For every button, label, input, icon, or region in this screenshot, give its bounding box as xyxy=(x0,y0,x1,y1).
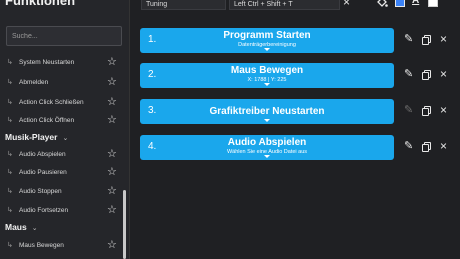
category-label: Musik-Player xyxy=(5,132,58,142)
category-label: Maus xyxy=(5,222,27,232)
edit-icon[interactable]: ✎ xyxy=(404,141,413,152)
action-title: Programm Starten xyxy=(223,30,311,41)
expand-caret-icon[interactable] xyxy=(264,155,270,158)
list-item-system-neustarten[interactable]: ↳ System Neustarten ☆ xyxy=(0,52,124,72)
sidebar: Funktionen ↳ System Neustarten ☆ ↳ Abmel… xyxy=(0,0,130,259)
action-title: Grafiktreiber Neustarten xyxy=(209,106,325,117)
list-item-action-click-oeffnen[interactable]: ↳ Action Click Öffnen ☆ xyxy=(0,110,124,130)
favorite-star-icon[interactable]: ☆ xyxy=(107,76,117,88)
favorite-star-icon[interactable]: ☆ xyxy=(107,239,117,251)
fill-color-swatch[interactable] xyxy=(395,0,405,7)
edit-icon[interactable]: ✎ xyxy=(404,34,413,45)
list-item-audio-fortsetzen[interactable]: ↳ Audio Fortsetzen ☆ xyxy=(0,200,124,220)
action-card-4[interactable]: 4. Audio Abspielen Wählen Sie eine Audio… xyxy=(140,135,394,160)
search-input[interactable] xyxy=(6,26,122,46)
list-item-audio-stoppen[interactable]: ↳ Audio Stoppen ☆ xyxy=(0,181,124,201)
favorite-star-icon[interactable]: ☆ xyxy=(107,114,117,126)
list-item-label: Action Click Schließen xyxy=(19,98,84,106)
list-item-label: Audio Abspielen xyxy=(19,150,66,158)
list-item-maus-bewegen[interactable]: ↳ Maus Bewegen ☆ xyxy=(0,235,124,255)
subitem-arrow-icon: ↳ xyxy=(7,151,13,158)
list-item-audio-pausieren[interactable]: ↳ Audio Pausieren ☆ xyxy=(0,162,124,182)
hotkey-field[interactable]: Left Ctrl + Shift + T xyxy=(229,0,340,10)
subitem-arrow-icon: ↳ xyxy=(7,59,13,66)
toolbar: Tuning Left Ctrl + Shift + T × A xyxy=(130,0,460,14)
subitem-arrow-icon: ↳ xyxy=(7,207,13,214)
sidebar-scrollbar[interactable] xyxy=(123,190,126,259)
action-card-3[interactable]: 3. Grafiktreiber Neustarten xyxy=(140,99,394,124)
duplicate-icon[interactable] xyxy=(422,35,431,45)
list-item-abmelden[interactable]: ↳ Abmelden ☆ xyxy=(0,72,124,92)
category-musik-player[interactable]: Musik-Player ⌄ xyxy=(5,132,68,142)
delete-icon[interactable]: × xyxy=(440,33,447,45)
favorite-star-icon[interactable]: ☆ xyxy=(107,148,117,160)
clear-hotkey-icon[interactable]: × xyxy=(343,0,350,8)
expand-caret-icon[interactable] xyxy=(264,48,270,51)
list-item-audio-abspielen[interactable]: ↳ Audio Abspielen ☆ xyxy=(0,144,124,164)
subitem-arrow-icon: ↳ xyxy=(7,117,13,124)
action-title: Audio Abspielen xyxy=(227,137,307,148)
app-window: Funktionen ↳ System Neustarten ☆ ↳ Abmel… xyxy=(0,0,460,259)
profile-name-field[interactable]: Tuning xyxy=(141,0,226,10)
subitem-arrow-icon: ↳ xyxy=(7,169,13,176)
action-title: Maus Bewegen xyxy=(230,65,304,76)
duplicate-icon[interactable] xyxy=(422,106,431,116)
action-card-1[interactable]: 1. Programm Starten Datenträgerbereinigu… xyxy=(140,28,394,53)
list-item-label: Audio Stoppen xyxy=(19,187,62,195)
expand-caret-icon[interactable] xyxy=(264,119,270,122)
edit-icon: ✎ xyxy=(404,104,414,116)
list-item-label: System Neustarten xyxy=(19,58,75,66)
duplicate-icon[interactable] xyxy=(422,142,431,152)
subitem-arrow-icon: ↳ xyxy=(7,188,13,195)
list-item-action-click-schliessen[interactable]: ↳ Action Click Schließen ☆ xyxy=(0,92,124,112)
favorite-star-icon[interactable]: ☆ xyxy=(107,166,117,178)
category-maus[interactable]: Maus ⌄ xyxy=(5,222,38,232)
favorite-star-icon[interactable]: ☆ xyxy=(107,204,117,216)
subitem-arrow-icon: ↳ xyxy=(7,242,13,249)
favorite-star-icon[interactable]: ☆ xyxy=(107,185,117,197)
fill-color-icon[interactable] xyxy=(376,0,388,11)
delete-icon[interactable]: × xyxy=(440,140,447,152)
edit-icon[interactable]: ✎ xyxy=(404,69,413,80)
delete-icon[interactable]: × xyxy=(440,68,447,80)
subitem-arrow-icon: ↳ xyxy=(7,99,13,106)
action-card-2[interactable]: 2. Maus Bewegen X: 1788 | Y: 225 xyxy=(140,63,394,88)
sidebar-title: Funktionen xyxy=(5,0,76,8)
favorite-star-icon[interactable]: ☆ xyxy=(107,56,117,68)
favorite-star-icon[interactable]: ☆ xyxy=(107,96,117,108)
list-item-label: Maus Bewegen xyxy=(19,241,64,249)
chevron-down-icon[interactable]: ⌄ xyxy=(62,135,68,142)
list-item-label: Abmelden xyxy=(19,78,49,86)
expand-caret-icon[interactable] xyxy=(264,83,270,86)
list-item-label: Audio Fortsetzen xyxy=(19,206,69,214)
list-item-label: Audio Pausieren xyxy=(19,168,67,176)
duplicate-icon[interactable] xyxy=(422,70,431,80)
delete-icon[interactable]: × xyxy=(440,104,447,116)
list-item-label: Action Click Öffnen xyxy=(19,116,75,124)
text-color-swatch[interactable] xyxy=(428,0,438,7)
subitem-arrow-icon: ↳ xyxy=(7,79,13,86)
text-color-icon[interactable]: A xyxy=(412,0,419,6)
chevron-down-icon[interactable]: ⌄ xyxy=(32,225,38,232)
